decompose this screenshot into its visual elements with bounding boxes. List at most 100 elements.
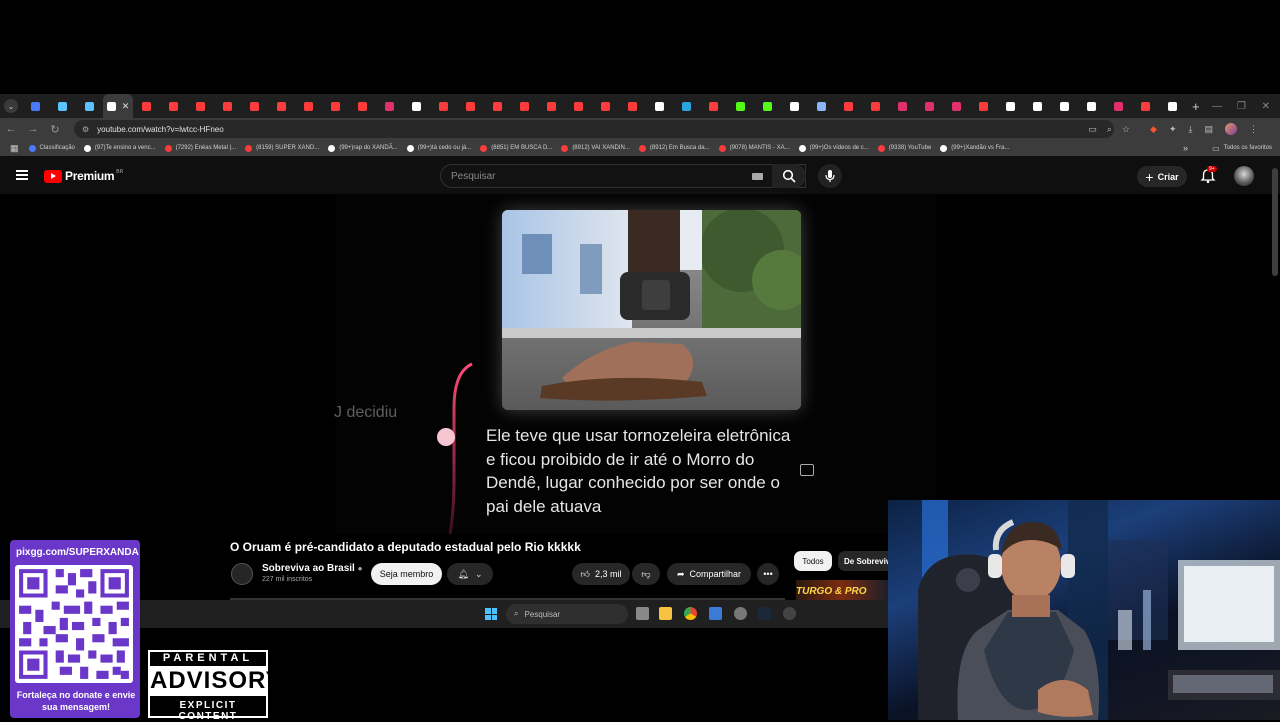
tab[interactable] — [727, 94, 754, 118]
tab[interactable] — [1051, 94, 1078, 118]
bookmark-item[interactable]: (7292) Enéas Metal |... — [164, 144, 236, 152]
app-icon-2[interactable] — [783, 607, 796, 620]
voice-search-button[interactable] — [818, 164, 842, 188]
bookmark-item[interactable]: (99+)Os vídeos de c... — [798, 144, 869, 152]
settings-icon[interactable] — [734, 607, 747, 620]
tab[interactable] — [1132, 94, 1159, 118]
window-close-button[interactable]: ✕ — [1262, 94, 1270, 118]
new-tab-button[interactable]: + — [1192, 99, 1200, 114]
create-button[interactable]: + Criar — [1137, 166, 1187, 187]
tab[interactable] — [916, 94, 943, 118]
omnibox[interactable]: ⚙ youtube.com/watch?v=lwtcc-HFneo — [74, 120, 1114, 138]
steam-icon[interactable] — [758, 607, 771, 620]
channel-name[interactable]: Sobreviva ao Brasil ● — [262, 563, 362, 574]
tab[interactable] — [484, 94, 511, 118]
app-icon[interactable] — [709, 607, 722, 620]
join-button[interactable]: Seja membro — [371, 563, 442, 585]
tab[interactable] — [970, 94, 997, 118]
tab[interactable] — [430, 94, 457, 118]
bookmark-item[interactable]: (8912) Em Busca da... — [638, 144, 710, 152]
tab[interactable] — [754, 94, 781, 118]
tab[interactable] — [1159, 94, 1186, 118]
taskbar-search[interactable]: ⌕ Pesquisar — [506, 604, 628, 624]
tab[interactable] — [403, 94, 430, 118]
more-actions-button[interactable]: ••• — [757, 563, 779, 585]
dislike-button[interactable]: 👎︎ — [632, 563, 660, 585]
like-button[interactable]: 👍︎ 2,3 mil — [572, 563, 630, 585]
tab[interactable] — [700, 94, 727, 118]
tab[interactable] — [1078, 94, 1105, 118]
bookmark-item[interactable]: (99+)rap do XANDÃ... — [328, 144, 398, 152]
bookmark-item[interactable]: (97)Te ensino a venc... — [83, 144, 156, 152]
tab-close-icon[interactable]: ✕ — [122, 101, 130, 112]
tab[interactable] — [835, 94, 862, 118]
subscription-bell-button[interactable]: 🔔︎ ⌄ — [447, 563, 493, 585]
all-favorites-folder[interactable]: ▭ Todos os favoritos — [1212, 144, 1272, 153]
reload-icon[interactable]: ↻ — [44, 123, 66, 136]
bookmarks-overflow-icon[interactable]: » — [1183, 143, 1188, 153]
tab[interactable] — [268, 94, 295, 118]
minimize-button[interactable]: — — [1212, 94, 1222, 118]
tab[interactable] — [322, 94, 349, 118]
forward-icon[interactable]: → — [22, 123, 44, 135]
chip-from-channel[interactable]: De Sobreviva — [838, 551, 894, 571]
tab[interactable] — [781, 94, 808, 118]
bookmark-item[interactable]: Classificação — [28, 144, 75, 152]
tab[interactable] — [862, 94, 889, 118]
youtube-logo[interactable]: Premium BR — [44, 169, 123, 183]
sidepanel-icon[interactable]: ▤ — [1204, 124, 1213, 135]
bookmark-item[interactable]: (9078) MANTIS - XA... — [718, 144, 790, 152]
share-button[interactable]: ➦ Compartilhar — [667, 563, 751, 585]
tab[interactable] — [133, 94, 160, 118]
tab[interactable] — [592, 94, 619, 118]
tab[interactable] — [214, 94, 241, 118]
tab[interactable] — [457, 94, 484, 118]
bookmark-item[interactable]: (9338) YouTube — [877, 144, 931, 152]
maximize-button[interactable]: ❐ — [1237, 94, 1246, 118]
bookmark-item[interactable]: (8851) EM BUSCA D... — [480, 144, 552, 152]
tab[interactable] — [808, 94, 835, 118]
recommended-thumbnail[interactable]: TURGO & PRO — [796, 580, 888, 602]
account-avatar[interactable] — [1234, 166, 1254, 186]
tab[interactable] — [76, 94, 103, 118]
tab[interactable] — [160, 94, 187, 118]
tab[interactable] — [619, 94, 646, 118]
chrome-icon[interactable] — [684, 607, 697, 620]
tab[interactable] — [997, 94, 1024, 118]
channel-avatar[interactable] — [231, 563, 253, 585]
chip-all[interactable]: Todos — [794, 551, 832, 571]
tab[interactable] — [49, 94, 76, 118]
apps-icon[interactable]: ▦ — [10, 143, 19, 154]
tab[interactable] — [673, 94, 700, 118]
bookmark-star-icon[interactable]: ☆ — [1122, 124, 1130, 135]
tab[interactable] — [538, 94, 565, 118]
windows-start-icon[interactable] — [485, 608, 497, 620]
bookmark-item[interactable]: (8912) VAI XANDIN... — [561, 144, 630, 152]
page-scrollbar[interactable] — [1272, 168, 1278, 276]
tab[interactable] — [22, 94, 49, 118]
tab[interactable] — [565, 94, 592, 118]
tab[interactable] — [889, 94, 916, 118]
extensions-icon[interactable]: ✦ — [1169, 124, 1177, 135]
search-input[interactable]: Pesquisar — [440, 164, 806, 188]
tab-active[interactable]: ✕ — [103, 94, 133, 118]
profile-avatar[interactable] — [1225, 123, 1237, 135]
search-button[interactable] — [772, 164, 806, 188]
tab[interactable] — [241, 94, 268, 118]
url-text[interactable]: youtube.com/watch?v=lwtcc-HFneo — [97, 125, 224, 134]
file-explorer-icon[interactable] — [659, 607, 672, 620]
site-info-icon[interactable]: ⚙ — [82, 125, 89, 134]
keyboard-icon[interactable] — [752, 173, 763, 180]
tab[interactable] — [1105, 94, 1132, 118]
tab[interactable] — [646, 94, 673, 118]
back-icon[interactable]: ← — [0, 123, 22, 135]
tab-search-button[interactable]: ⌄ — [4, 99, 18, 113]
bookmark-item[interactable]: (99+)tá cedo ou já... — [406, 144, 471, 152]
tab[interactable] — [1024, 94, 1051, 118]
tab[interactable] — [187, 94, 214, 118]
tab[interactable] — [376, 94, 403, 118]
hamburger-menu-icon[interactable] — [16, 170, 28, 180]
tab[interactable] — [349, 94, 376, 118]
bookmark-item[interactable]: (8159) SUPER XAND... — [245, 144, 319, 152]
tab[interactable] — [295, 94, 322, 118]
